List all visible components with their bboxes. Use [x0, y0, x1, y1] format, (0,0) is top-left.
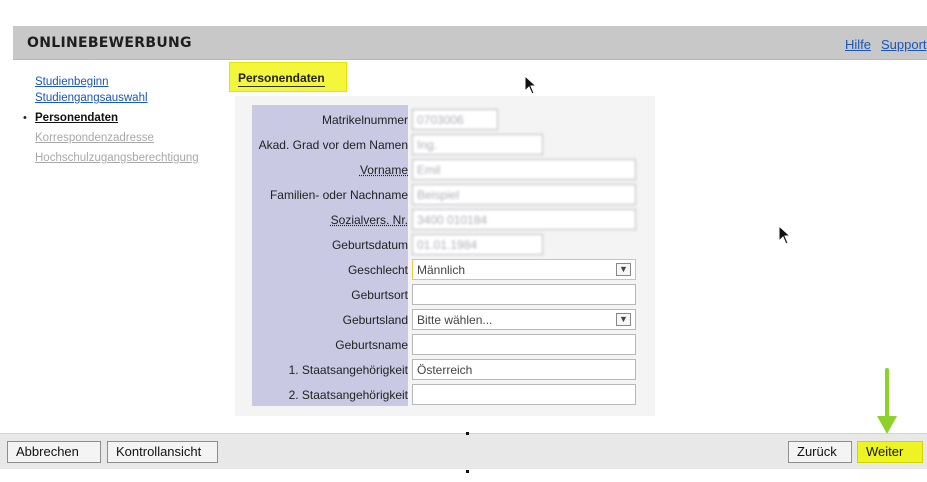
row-sozialvers: Sozialvers. Nr. 3400 010184 [252, 209, 642, 232]
geburtsort-field[interactable] [412, 284, 636, 305]
mouse-cursor-icon [524, 75, 538, 95]
row-geburtsland: Geburtsland Bitte wählen... ▼ [252, 309, 642, 332]
geburtsland-value: Bitte wählen... [417, 313, 493, 327]
app-header: ONLINEBEWERBUNG Hilfe Support [13, 26, 927, 60]
app-title: ONLINEBEWERBUNG [27, 35, 192, 51]
vorname-field[interactable]: Emil [412, 159, 636, 180]
row-vorname: Vorname Emil [252, 159, 642, 182]
staat1-field[interactable]: Österreich [412, 359, 636, 380]
nachname-label: Familien- oder Nachname [269, 188, 408, 202]
row-matrikelnummer: Matrikelnummer 0703006 [252, 109, 642, 132]
nav-item-label[interactable]: Studiengangsauswahl [35, 92, 148, 104]
geschlecht-value: Männlich [417, 263, 466, 277]
row-geburtsort: Geburtsort [252, 284, 642, 307]
staat2-field[interactable] [412, 384, 636, 405]
step-navigation: Studienbeginn Studiengangsauswahl • Pers… [23, 74, 215, 169]
chevron-down-icon[interactable]: ▼ [616, 263, 631, 276]
review-button[interactable]: Kontrollansicht [107, 441, 218, 463]
help-link[interactable]: Hilfe [845, 37, 871, 52]
row-geburtsname: Geburtsname [252, 334, 642, 357]
row-geburtsdatum: Geburtsdatum 01.01.1984 [252, 234, 642, 257]
akad-grad-label: Akad. Grad vor dem Namen [258, 138, 408, 152]
geschlecht-label: Geschlecht [347, 263, 408, 277]
annotation-arrow-icon [877, 368, 897, 434]
back-button[interactable]: Zurück [788, 441, 852, 463]
nav-item-korrespondenzadresse: Korrespondenzadresse [35, 130, 215, 149]
cancel-button[interactable]: Abbrechen [7, 441, 101, 463]
nav-item-label: Korrespondenzadresse [35, 132, 154, 144]
geschlecht-select[interactable]: Männlich ▼ [412, 259, 636, 280]
nav-item-label: Hochschulzugangsberechtigung [35, 152, 199, 164]
staat2-label: 2. Staatsangehörigkeit [288, 388, 408, 402]
application-window: ONLINEBEWERBUNG Hilfe Support Studienbeg… [0, 0, 927, 482]
next-button[interactable]: Weiter [857, 441, 923, 463]
stray-dot [466, 470, 469, 473]
section-tab: Personendaten [229, 62, 347, 92]
mouse-cursor-icon [778, 225, 792, 245]
row-staat1: 1. Staatsangehörigkeit Österreich [252, 359, 642, 382]
current-step-bullet: • [23, 112, 27, 124]
sozialvers-label: Sozialvers. Nr. [330, 213, 408, 227]
row-staat2: 2. Staatsangehörigkeit [252, 384, 642, 407]
chevron-down-icon[interactable]: ▼ [616, 313, 631, 326]
nav-item-label[interactable]: Studienbeginn [35, 76, 109, 88]
matrikelnummer-field[interactable]: 0703006 [412, 109, 498, 130]
row-akad-grad: Akad. Grad vor dem Namen Ing. [252, 134, 642, 157]
nav-item-label: Personendaten [35, 112, 119, 124]
geburtsland-select[interactable]: Bitte wählen... ▼ [412, 309, 636, 330]
nav-item-studiengangsauswahl[interactable]: Studiengangsauswahl [35, 90, 215, 109]
section-title: Personendaten [238, 71, 325, 87]
geburtsland-label: Geburtsland [342, 313, 408, 327]
geburtsname-label: Geburtsname [335, 338, 408, 352]
staat1-label: 1. Staatsangehörigkeit [288, 363, 408, 377]
geburtsort-label: Geburtsort [351, 288, 408, 302]
geburtsdatum-label: Geburtsdatum [331, 238, 408, 252]
stray-dot [466, 432, 469, 435]
nav-item-personendaten: • Personendaten [23, 110, 215, 129]
vorname-label: Vorname [359, 163, 408, 177]
matrikelnummer-label: Matrikelnummer [321, 113, 408, 127]
akad-grad-field[interactable]: Ing. [412, 134, 543, 155]
row-nachname: Familien- oder Nachname Beispiel [252, 184, 642, 207]
sozialvers-field[interactable]: 3400 010184 [412, 209, 636, 230]
support-link[interactable]: Support [881, 37, 927, 52]
nav-item-hochschulzugangsberechtigung: Hochschulzugangsberechtigung [35, 150, 215, 169]
nachname-field[interactable]: Beispiel [412, 184, 636, 205]
row-geschlecht: Geschlecht Männlich ▼ [252, 259, 642, 282]
geburtsdatum-field[interactable]: 01.01.1984 [412, 234, 543, 255]
geburtsname-field[interactable] [412, 334, 636, 355]
